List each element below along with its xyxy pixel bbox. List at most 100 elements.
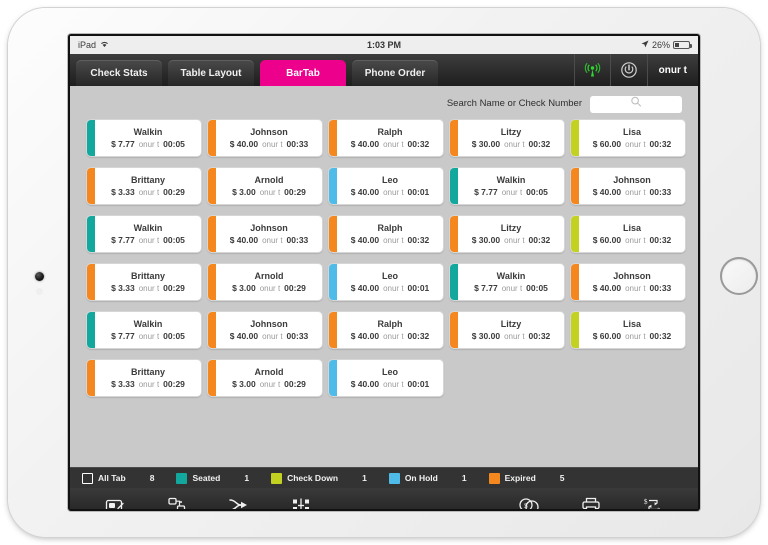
tab-card[interactable]: Walkin $ 7.77 onur t 00:05 (86, 119, 202, 157)
card-name: Ralph (377, 318, 403, 329)
card-price: $ 40.00 (592, 282, 622, 293)
all-tab-checkbox[interactable] (82, 472, 93, 484)
tab-bartab[interactable]: BarTab (260, 60, 346, 86)
card-user: onur t (625, 331, 646, 341)
tool-operation[interactable]: $ $ Operation (622, 496, 684, 509)
card-status-stripe (571, 264, 579, 300)
merge-icon (228, 496, 250, 509)
card-status-stripe (571, 120, 579, 156)
card-time: 00:05 (163, 330, 185, 341)
tab-card[interactable]: Ralph $ 40.00 onur t 00:32 (328, 215, 444, 253)
svg-text:$: $ (657, 507, 661, 510)
card-time: 00:29 (163, 282, 185, 293)
tool-new-tab[interactable]: New Tab (84, 496, 146, 509)
tab-card[interactable]: Walkin $ 7.77 onur t 00:05 (86, 215, 202, 253)
tab-card[interactable]: Johnson $ 40.00 onur t 00:33 (207, 311, 323, 349)
card-price: $ 3.00 (232, 186, 256, 197)
card-time: 00:32 (407, 330, 430, 341)
tab-card[interactable]: Ralph $ 40.00 onur t 00:32 (328, 119, 444, 157)
card-detail-row: $ 7.77 onur t 00:05 (111, 234, 185, 247)
coins-icon: S (518, 496, 540, 509)
home-button[interactable] (720, 257, 758, 295)
card-user: onur t (504, 235, 525, 245)
tab-card[interactable]: Johnson $ 40.00 onur t 00:33 (570, 167, 686, 205)
tab-card[interactable]: Arnold $ 3.00 onur t 00:29 (207, 263, 323, 301)
tool-merge[interactable]: Merge (208, 496, 270, 509)
app-top-bar: Check Stats Table Layout BarTab Phone Or… (70, 54, 698, 86)
search-input[interactable] (590, 95, 682, 113)
tab-card[interactable]: Leo $ 40.00 onur t 00:01 (328, 359, 444, 397)
tab-card[interactable]: Leo $ 40.00 onur t 00:01 (328, 167, 444, 205)
card-price: $ 40.00 (350, 330, 380, 341)
tab-card[interactable]: Brittany $ 3.33 onur t 00:29 (86, 167, 202, 205)
front-camera-icon (35, 272, 44, 295)
legend-label: Check Down (287, 473, 339, 483)
card-time: 00:05 (526, 186, 548, 197)
card-time: 00:29 (284, 378, 306, 389)
tab-table-layout[interactable]: Table Layout (168, 60, 254, 86)
legend-item-expired[interactable]: Expired 5 (488, 472, 587, 484)
card-status-stripe (329, 312, 337, 348)
tab-card[interactable]: Lisa $ 60.00 onur t 00:32 (570, 119, 686, 157)
card-body: Walkin $ 7.77 onur t 00:05 (95, 120, 201, 156)
card-detail-row: $ 30.00 onur t 00:32 (472, 234, 551, 247)
tab-card[interactable]: Litzy $ 30.00 onur t 00:32 (449, 311, 565, 349)
tab-card[interactable]: Walkin $ 7.77 onur t 00:05 (449, 167, 565, 205)
card-detail-row: $ 3.00 onur t 00:29 (232, 282, 306, 295)
card-user: onur t (138, 331, 160, 341)
card-body: Leo $ 40.00 onur t 00:01 (337, 360, 443, 396)
tab-card[interactable]: Litzy $ 30.00 onur t 00:32 (449, 119, 565, 157)
legend-item-seated[interactable]: Seated 1 (176, 472, 271, 484)
card-time: 00:29 (284, 186, 306, 197)
card-body: Ralph $ 40.00 onur t 00:32 (337, 216, 443, 252)
tab-phone-order[interactable]: Phone Order (352, 60, 438, 86)
card-name: Leo (381, 366, 398, 377)
tab-card[interactable]: Ralph $ 40.00 onur t 00:32 (328, 311, 444, 349)
tool-transfer[interactable]: Transfer (146, 496, 208, 509)
card-time: 00:33 (286, 138, 309, 149)
card-name: Johnson (613, 174, 651, 185)
broadcast-antenna-icon[interactable] (573, 54, 610, 86)
card-detail-row: $ 60.00 onur t 00:32 (593, 138, 672, 151)
tab-card[interactable]: Litzy $ 30.00 onur t 00:32 (449, 215, 565, 253)
card-user: onur t (501, 187, 523, 197)
tool-split[interactable]: Split (270, 496, 332, 509)
tab-check-stats[interactable]: Check Stats (76, 60, 162, 86)
power-icon[interactable] (609, 54, 647, 86)
tab-card[interactable]: Arnold $ 3.00 onur t 00:29 (207, 359, 323, 397)
tab-card[interactable]: Walkin $ 7.77 onur t 00:05 (449, 263, 565, 301)
tab-card[interactable]: Arnold $ 3.00 onur t 00:29 (207, 167, 323, 205)
tab-card[interactable]: Leo $ 40.00 onur t 00:01 (328, 263, 444, 301)
card-user: onur t (383, 139, 404, 149)
tab-card[interactable]: Lisa $ 60.00 onur t 00:32 (570, 215, 686, 253)
card-status-stripe (450, 264, 458, 300)
legend-color-swatch (176, 472, 188, 484)
card-price: $ 7.77 (474, 186, 498, 197)
status-legend-bar: All Tab 8 Seated 1 Check Down 1 On Hold 1 Expire… (70, 467, 698, 488)
card-user: onur t (138, 283, 160, 293)
tool-print[interactable]: Print (560, 496, 622, 509)
current-user-label[interactable]: onur t (646, 54, 698, 86)
card-time: 00:33 (286, 234, 309, 245)
tab-card[interactable]: Johnson $ 40.00 onur t 00:33 (207, 119, 323, 157)
card-status-stripe (87, 360, 95, 396)
legend-item-on-hold[interactable]: On Hold 1 (388, 472, 489, 484)
tool-pay-check[interactable]: S Pay Check (498, 496, 560, 509)
bottom-toolbar: New Tab Transfer (70, 488, 698, 509)
card-user: onur t (383, 187, 404, 197)
legend-item-check-down[interactable]: Check Down 1 (271, 472, 389, 484)
card-detail-row: $ 40.00 onur t 00:32 (351, 234, 430, 247)
tab-card[interactable]: Lisa $ 60.00 onur t 00:32 (570, 311, 686, 349)
card-time: 00:32 (649, 138, 672, 149)
card-price: $ 7.77 (111, 330, 135, 341)
tab-card[interactable]: Brittany $ 3.33 onur t 00:29 (86, 359, 202, 397)
legend-item-all-tab[interactable]: All Tab 8 (82, 472, 176, 484)
tab-card[interactable]: Johnson $ 40.00 onur t 00:33 (207, 215, 323, 253)
card-price: $ 3.00 (232, 378, 256, 389)
card-name: Brittany (130, 366, 165, 377)
card-price: $ 3.33 (111, 378, 135, 389)
card-name: Lisa (622, 222, 641, 233)
tab-card[interactable]: Johnson $ 40.00 onur t 00:33 (570, 263, 686, 301)
tab-card[interactable]: Walkin $ 7.77 onur t 00:05 (86, 311, 202, 349)
tab-card[interactable]: Brittany $ 3.33 onur t 00:29 (86, 263, 202, 301)
